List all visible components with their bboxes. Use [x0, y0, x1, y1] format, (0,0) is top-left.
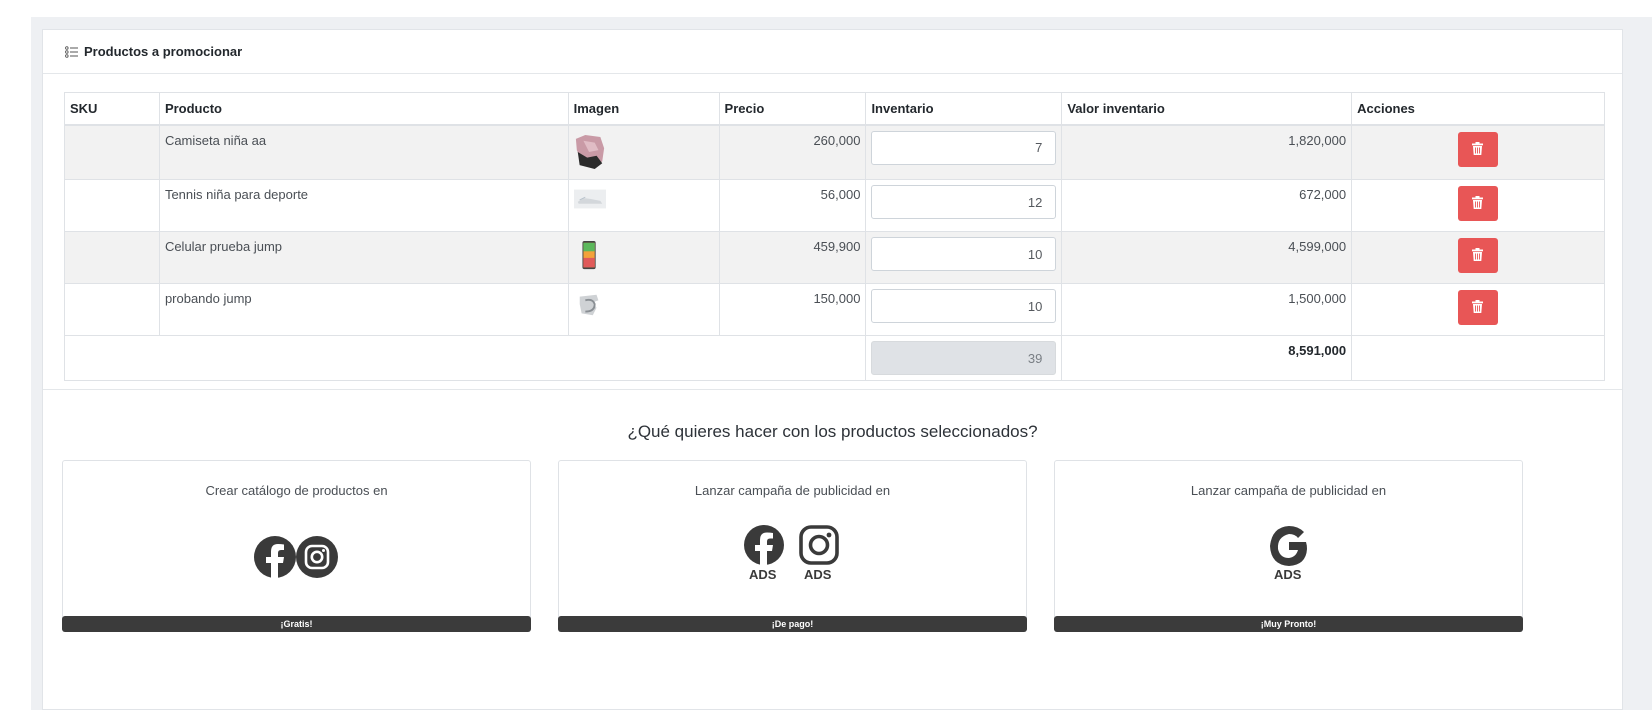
shirt-thumbnail [573, 132, 606, 171]
card-title: Lanzar campaña de publicidad en [694, 483, 891, 498]
card-title: Lanzar campaña de publicidad en [1190, 483, 1387, 498]
totals-row: 39 8,591,000 [63, 335, 1605, 381]
header-price: Precio [718, 92, 867, 126]
sku-cell [64, 283, 160, 336]
selection-question: ¿Qué quieres hacer con los productos sel… [627, 422, 1038, 441]
shoe-thumbnail [573, 189, 606, 209]
totals-actions-spacer [1351, 335, 1605, 381]
inventory-cell: 10 [865, 283, 1063, 336]
facebook-icon [744, 525, 784, 566]
table-row: Camiseta niña aa 260,000 7 1,820,000 [64, 124, 1605, 180]
image-cell [567, 124, 720, 180]
actions-cell [1351, 283, 1605, 336]
price-cell: 150,000 [718, 283, 867, 336]
trash-icon [1472, 196, 1484, 209]
inventory-value-cell: 672,000 [1061, 179, 1353, 232]
products-table: SKU Producto Imagen Precio Inventario Va… [63, 92, 1605, 381]
paid-ads-card[interactable]: Lanzar campaña de publicidad en ADS ADS … [558, 460, 1027, 632]
actions-cell [1351, 179, 1605, 232]
actions-cell [1351, 231, 1605, 284]
actions-cell [1351, 124, 1605, 180]
product-name: Tennis niña para deporte [158, 179, 569, 232]
sku-cell [64, 124, 160, 180]
list-icon [65, 45, 79, 58]
inventory-value-cell: 1,500,000 [1061, 283, 1353, 336]
sku-cell [64, 231, 160, 284]
sku-cell [64, 179, 160, 232]
card-title: Crear catálogo de productos en [205, 483, 388, 498]
inventory-value-cell: 4,599,000 [1061, 231, 1353, 284]
panel-title: Productos a promocionar [84, 44, 243, 59]
totals-spacer [63, 335, 867, 381]
image-cell [567, 179, 720, 232]
table-row: Tennis niña para deporte 56,000 12 672,0… [64, 179, 1605, 232]
paid-badge: ¡De pago! [558, 616, 1027, 632]
inventory-cell: 10 [865, 231, 1063, 284]
ads-label: ADS [804, 567, 832, 582]
product-name: Celular prueba jump [158, 231, 569, 284]
header-product: Producto [158, 92, 569, 126]
product-name: Camiseta niña aa [158, 124, 569, 180]
phone-thumbnail [573, 239, 606, 273]
delete-button[interactable] [1458, 238, 1499, 273]
trash-icon [1472, 300, 1484, 313]
inventory-cell: 12 [865, 179, 1063, 232]
header-image: Imagen [567, 92, 720, 126]
product-thumbnail [573, 291, 606, 319]
inventory-input[interactable]: 12 [871, 185, 1057, 219]
inventory-total-cell: 39 [865, 335, 1063, 381]
facebook-instagram-icon [254, 536, 338, 580]
inventory-input[interactable]: 7 [871, 130, 1057, 165]
header-inventory-value: Valor inventario [1061, 92, 1353, 126]
instagram-icon [799, 525, 839, 565]
inventory-cell: 7 [865, 124, 1063, 180]
google-icon [1270, 526, 1307, 566]
inventory-input[interactable]: 10 [871, 289, 1057, 323]
price-cell: 56,000 [718, 179, 867, 232]
trash-icon [1472, 141, 1484, 155]
catalog-card[interactable]: Crear catálogo de productos en ¡Gratis! [62, 460, 531, 632]
coming-soon-badge: ¡Muy Pronto! [1054, 616, 1523, 632]
delete-button[interactable] [1458, 131, 1499, 167]
delete-button[interactable] [1458, 290, 1499, 325]
price-cell: 260,000 [718, 124, 867, 180]
product-name: probando jump [158, 283, 569, 336]
image-cell [567, 231, 720, 284]
inventory-value-total: 8,591,000 [1061, 335, 1353, 381]
header-actions: Acciones [1351, 92, 1605, 126]
section-divider [43, 389, 1622, 390]
inventory-value-cell: 1,820,000 [1061, 124, 1353, 180]
panel-header: Productos a promocionar [43, 30, 1622, 74]
ads-label: ADS [1274, 567, 1302, 582]
table-row: Celular prueba jump 459,900 10 4,599,000 [64, 231, 1605, 284]
free-badge: ¡Gratis! [62, 616, 531, 632]
products-panel: Productos a promocionar SKU Producto Ima… [42, 29, 1623, 710]
table-row: probando jump 150,000 10 1,500,000 [64, 283, 1605, 336]
inventory-total: 39 [871, 341, 1057, 375]
inventory-input[interactable]: 10 [871, 237, 1057, 271]
header-inventory: Inventario [865, 92, 1063, 126]
header-sku: SKU [64, 92, 160, 126]
delete-button[interactable] [1458, 186, 1499, 221]
trash-icon [1472, 248, 1484, 261]
google-ads-card[interactable]: Lanzar campaña de publicidad en ADS ¡Muy… [1054, 460, 1523, 632]
image-cell [567, 283, 720, 336]
price-cell: 459,900 [718, 231, 867, 284]
ads-label: ADS [749, 567, 777, 582]
table-header-row: SKU Producto Imagen Precio Inventario Va… [64, 92, 1605, 126]
